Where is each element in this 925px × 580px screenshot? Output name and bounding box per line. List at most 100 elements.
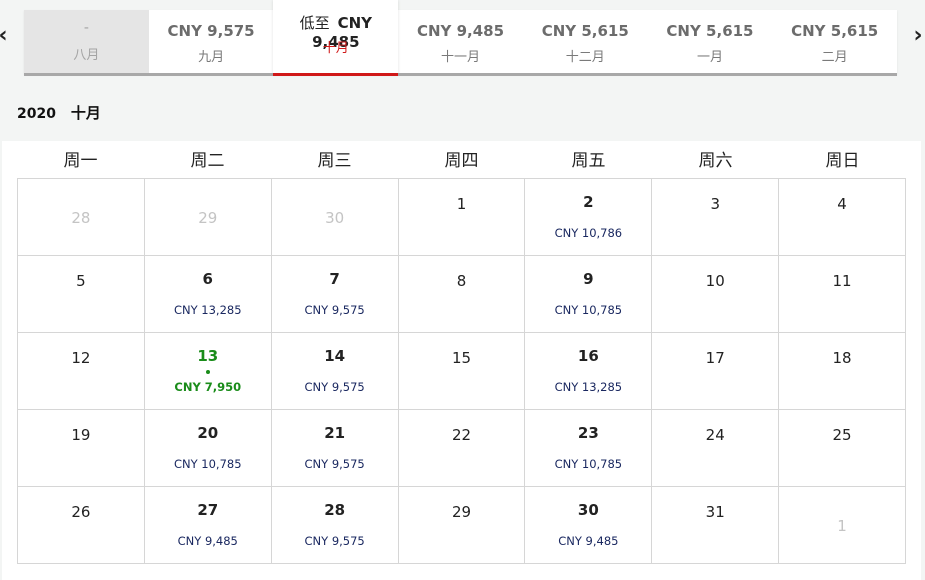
day-number: 8 xyxy=(456,272,467,290)
day-number: 14 xyxy=(324,347,346,365)
calendar-day[interactable]: 22 xyxy=(398,410,526,487)
weekday-label: 周一 xyxy=(63,151,98,171)
calendar-grid: 28 29 30 1 2 CNY 10,786 3 4 5 6 CNY 13,285 7 CNY 9,5… xyxy=(17,178,906,564)
calendar-day[interactable]: 4 xyxy=(779,179,906,256)
month-tab[interactable]: CNY 9,575 九月 xyxy=(149,10,274,74)
calendar-year: 2020 xyxy=(17,106,56,122)
day-number: 21 xyxy=(324,424,346,442)
month-selector: - 八月 CNY 9,575 九月 低至 CNY 9,485 十月 CNY 9,485 十一月 C… xyxy=(24,0,897,76)
month-tab-label: 八月 xyxy=(73,48,100,63)
calendar-day[interactable]: 20 CNY 10,785 xyxy=(144,410,272,487)
calendar-day[interactable]: 8 xyxy=(398,256,526,333)
calendar-day[interactable]: 17 xyxy=(652,333,780,410)
calendar-day: 30 xyxy=(271,179,399,256)
calendar-day[interactable]: 27 CNY 9,485 xyxy=(144,487,272,564)
day-number: 30 xyxy=(325,209,345,227)
day-price: CNY 10,785 xyxy=(173,457,242,471)
calendar-day: 28 xyxy=(18,179,145,256)
day-number: 28 xyxy=(71,209,91,227)
day-price: CNY 10,785 xyxy=(554,457,623,471)
month-tab-price: CNY 5,615 xyxy=(772,22,897,40)
prev-month-button[interactable]: ‹ xyxy=(0,22,10,50)
month-tab: - 八月 xyxy=(24,10,149,74)
day-number: 2 xyxy=(583,193,594,211)
calendar-day[interactable]: 10 xyxy=(652,256,780,333)
day-price: CNY 9,485 xyxy=(177,534,238,548)
day-number: 22 xyxy=(451,426,472,444)
weekday-label: 周二 xyxy=(190,151,225,171)
calendar-day[interactable]: 30 CNY 9,485 xyxy=(525,487,653,564)
day-price: CNY 13,285 xyxy=(173,303,242,317)
month-tab[interactable]: CNY 9,485 十一月 xyxy=(398,10,523,74)
month-tab-label: 十二月 xyxy=(565,50,605,65)
month-tab-price: CNY 9,575 xyxy=(149,22,274,40)
calendar-day[interactable]: 11 xyxy=(779,256,906,333)
month-tab-price: CNY 5,615 xyxy=(523,22,648,40)
calendar-day[interactable]: 26 xyxy=(18,487,145,564)
month-tab[interactable]: CNY 5,615 一月 xyxy=(648,10,773,74)
calendar-day[interactable]: 5 xyxy=(18,256,145,333)
month-tab[interactable]: CNY 5,615 十二月 xyxy=(523,10,648,74)
calendar-day[interactable]: 3 xyxy=(652,179,780,256)
day-number: 3 xyxy=(710,195,720,213)
calendar-day[interactable]: 18 xyxy=(779,333,906,410)
day-number: 11 xyxy=(832,272,852,290)
month-tab[interactable]: CNY 5,615 二月 xyxy=(772,10,897,74)
lowest-from-label: 低至 xyxy=(299,14,330,32)
month-tab-label: 一月 xyxy=(696,50,723,65)
day-price: CNY 10,785 xyxy=(554,303,623,317)
month-tab-price: CNY 9,485 xyxy=(398,22,523,40)
calendar-day[interactable]: 9 CNY 10,785 xyxy=(525,256,653,333)
day-price: CNY 9,575 xyxy=(304,457,365,471)
calendar-day-lowest[interactable]: 13 CNY 7,950 xyxy=(144,333,272,410)
calendar-day[interactable]: 21 CNY 9,575 xyxy=(271,410,399,487)
calendar-day[interactable]: 6 CNY 13,285 xyxy=(144,256,272,333)
month-tab-price: - xyxy=(24,20,149,36)
weekday-header: 周一 周二 周三 周四 周五 周六 周日 xyxy=(17,141,906,178)
calendar-day[interactable]: 14 CNY 9,575 xyxy=(271,333,399,410)
calendar-day[interactable]: 31 xyxy=(652,487,780,564)
day-number: 19 xyxy=(71,426,91,444)
weekday-label: 周四 xyxy=(444,151,479,171)
day-number: 6 xyxy=(202,270,213,288)
lowest-price-dot-icon xyxy=(205,370,210,374)
calendar-day[interactable]: 16 CNY 13,285 xyxy=(525,333,653,410)
day-price: CNY 9,575 xyxy=(304,534,365,548)
calendar-day[interactable]: 23 CNY 10,785 xyxy=(525,410,653,487)
day-number: 16 xyxy=(577,347,599,365)
calendar-day[interactable]: 28 CNY 9,575 xyxy=(271,487,399,564)
calendar-day[interactable]: 25 xyxy=(779,410,906,487)
calendar-day[interactable]: 15 xyxy=(398,333,526,410)
day-number: 25 xyxy=(832,426,852,444)
next-month-button[interactable]: › xyxy=(911,22,925,50)
calendar-day[interactable]: 19 xyxy=(18,410,145,487)
month-tab-price: CNY 5,615 xyxy=(648,22,773,40)
day-number: 31 xyxy=(705,503,725,521)
calendar-day[interactable]: 2 CNY 10,786 xyxy=(525,179,653,256)
day-number: 24 xyxy=(705,426,725,444)
day-number: 12 xyxy=(71,349,91,367)
weekday-label: 周六 xyxy=(698,151,733,171)
calendar-month: 十月 xyxy=(70,104,101,122)
day-number: 20 xyxy=(197,424,219,442)
day-number: 27 xyxy=(197,501,219,519)
month-tab-label: 十月 xyxy=(322,41,349,56)
day-number: 18 xyxy=(832,349,852,367)
day-price: CNY 10,786 xyxy=(554,226,623,240)
weekday-label: 周五 xyxy=(571,151,606,171)
calendar-day[interactable]: 1 xyxy=(398,179,526,256)
calendar-day[interactable]: 24 xyxy=(652,410,780,487)
weekday-label: 周日 xyxy=(825,151,860,171)
calendar-day[interactable]: 7 CNY 9,575 xyxy=(271,256,399,333)
month-tab-price-value: CNY 9,485 xyxy=(416,22,505,40)
day-number: 17 xyxy=(705,349,725,367)
month-tab[interactable]: 低至 CNY 9,485 十月 xyxy=(273,0,399,76)
day-number: 23 xyxy=(577,424,599,442)
day-number: 15 xyxy=(451,349,472,367)
month-tab-price-value: - xyxy=(83,20,89,36)
day-number: 28 xyxy=(324,501,346,519)
day-number: 1 xyxy=(837,517,847,535)
calendar-day[interactable]: 29 xyxy=(398,487,526,564)
calendar-day[interactable]: 12 xyxy=(18,333,145,410)
month-tab-label: 二月 xyxy=(821,50,848,65)
